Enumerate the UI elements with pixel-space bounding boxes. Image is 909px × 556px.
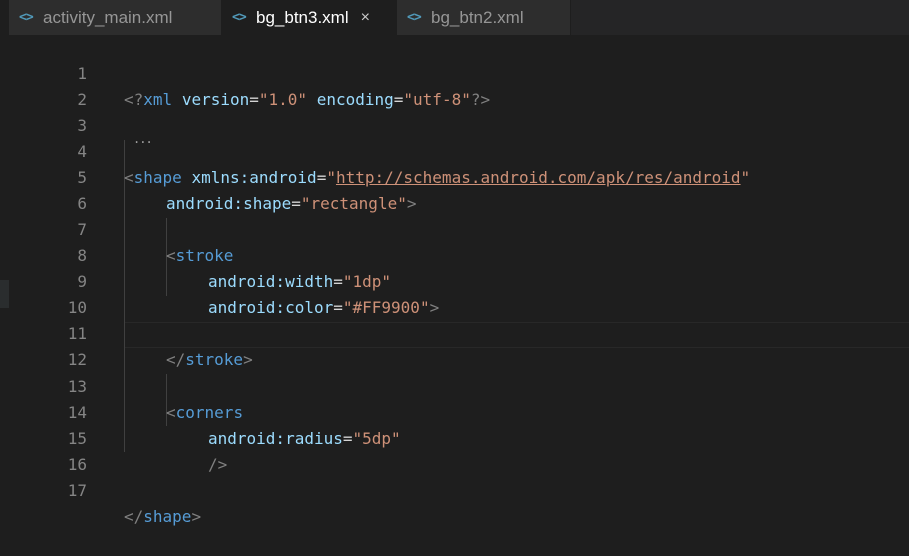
code-line: 14 android:radius="5dp" [9, 374, 909, 448]
xml-file-icon: <> [407, 10, 422, 25]
code-line: 11 </stroke> [9, 295, 909, 369]
code-token: shape [143, 507, 192, 526]
code-token: </ [124, 507, 144, 526]
code-token: > [191, 507, 202, 526]
xml-file-icon: <> [232, 10, 247, 25]
tab-bg-btn2-xml[interactable]: <> bg_btn2.xml [397, 0, 571, 35]
line-number: 17 [67, 481, 87, 500]
code-editor[interactable]: ... 1 <?xml version="1.0" encoding="utf-… [9, 35, 909, 526]
code-line: 15 /> [9, 400, 909, 474]
code-line: 3 [9, 87, 909, 135]
code-line: 4 <shape xmlns:android="http://schemas.a… [9, 113, 909, 187]
tab-label: bg_btn3.xml [256, 7, 349, 27]
code-line: 17 </shape> [9, 452, 909, 526]
line-text: </shape> [124, 504, 201, 530]
code-line: 6 [9, 165, 909, 213]
code-line: 8 android:width="1dp" [9, 217, 909, 291]
tab-activity-main-xml[interactable]: <> activity_main.xml [9, 0, 222, 35]
tab-label: bg_btn2.xml [431, 7, 524, 27]
code-line: 10 [9, 269, 909, 317]
close-icon[interactable]: × [361, 9, 370, 27]
code-line: 5 android:shape="rectangle"> [9, 139, 909, 213]
code-line: 2 [9, 61, 909, 109]
activity-bar-strip [0, 0, 9, 523]
tab-label: activity_main.xml [43, 7, 173, 27]
scroll-indicator[interactable] [0, 280, 9, 308]
xml-file-icon: <> [19, 10, 34, 25]
code-line: 1 <?xml version="1.0" encoding="utf-8"?> [9, 35, 909, 109]
code-line: 12 [9, 321, 909, 369]
tab-bg-btn3-xml[interactable]: <> bg_btn3.xml × [222, 0, 397, 35]
editor-tab-bar: <> activity_main.xml <> bg_btn3.xml × <>… [9, 0, 909, 35]
code-line: 7 <stroke [9, 191, 909, 265]
code-line: 13 <corners [9, 348, 909, 422]
code-line: 16 [9, 426, 909, 474]
code-line: 9 android:color="#FF9900"> [9, 243, 909, 317]
